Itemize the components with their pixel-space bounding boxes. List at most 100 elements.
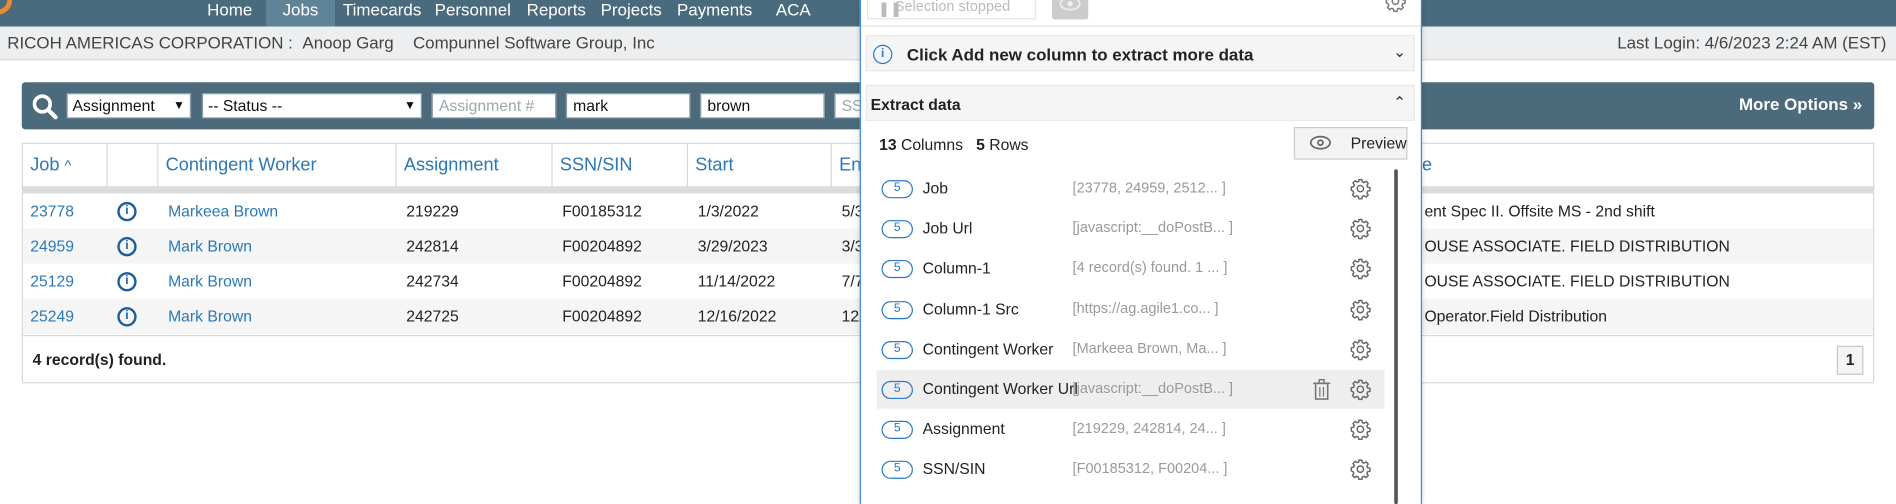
trash-icon[interactable] bbox=[1312, 378, 1331, 406]
col-title[interactable]: e bbox=[1415, 144, 1488, 188]
start-cell: 3/29/2023 bbox=[697, 237, 768, 256]
extract-field-row[interactable]: 5 Job [23778, 24959, 2512... ] bbox=[877, 169, 1385, 208]
field-name[interactable]: Contingent Worker bbox=[923, 340, 1054, 358]
org-name: RICOH AMERICAS CORPORATION : bbox=[7, 32, 293, 52]
assignment-cell: 219229 bbox=[406, 201, 459, 221]
company-name: Compunnel Software Group, Inc bbox=[412, 32, 655, 52]
ssn-cell: F00204892 bbox=[562, 237, 642, 256]
logo-icon bbox=[0, 0, 13, 15]
field-settings-gear-icon[interactable] bbox=[1349, 298, 1371, 326]
nav-home[interactable]: Home bbox=[193, 0, 266, 27]
field-name[interactable]: Column-1 bbox=[923, 259, 991, 277]
start-cell: 11/14/2022 bbox=[697, 272, 776, 291]
extract-field-row[interactable]: 5 SSN/SIN [F00185312, F00204... ] bbox=[877, 450, 1385, 489]
info-icon: i bbox=[873, 44, 893, 65]
info-icon[interactable]: i bbox=[117, 201, 137, 222]
chevron-down-icon[interactable]: ⌄ bbox=[1393, 42, 1406, 61]
field-settings-gear-icon[interactable] bbox=[1349, 258, 1371, 286]
field-name[interactable]: Job bbox=[923, 179, 948, 197]
page-1-button[interactable]: 1 bbox=[1836, 345, 1864, 375]
nav-timecards[interactable]: Timecards bbox=[339, 0, 426, 27]
info-icon[interactable]: i bbox=[117, 272, 137, 292]
field-count-badge: 5 bbox=[881, 300, 913, 319]
search-icon[interactable] bbox=[31, 93, 58, 120]
job-link[interactable]: 23778 bbox=[23, 193, 74, 228]
nav-projects[interactable]: Projects bbox=[595, 0, 668, 27]
nav-jobs[interactable]: Jobs bbox=[266, 0, 335, 27]
notice-text: Click Add new column to extract more dat… bbox=[906, 44, 1254, 65]
field-name[interactable]: Assignment bbox=[923, 420, 1005, 438]
job-link[interactable]: 25129 bbox=[23, 264, 74, 299]
field-settings-gear-icon[interactable] bbox=[1349, 378, 1371, 406]
worker-link[interactable]: Markeea Brown bbox=[161, 193, 278, 228]
field-sample-values: [4 record(s) found. 1 ... ] bbox=[1072, 259, 1228, 277]
field-count-badge: 5 bbox=[881, 260, 913, 279]
job-link[interactable]: 24959 bbox=[23, 229, 74, 264]
col-info bbox=[108, 143, 159, 188]
field-settings-gear-icon[interactable] bbox=[1349, 338, 1371, 366]
ssn-cell: F00185312 bbox=[562, 201, 642, 221]
col-contingent-worker[interactable]: Contingent Worker bbox=[158, 143, 397, 188]
field-settings-gear-icon[interactable] bbox=[1349, 218, 1371, 246]
field-count-badge: 5 bbox=[881, 421, 913, 440]
field-name[interactable]: Column-1 Src bbox=[923, 299, 1019, 317]
extract-field-row[interactable]: 5 Job Url [javascript:__doPostB... ] bbox=[877, 209, 1385, 248]
col-start[interactable]: Start bbox=[688, 143, 832, 188]
search-type-select[interactable]: Assignment ▼ bbox=[66, 93, 192, 119]
extract-field-row[interactable]: 5 Assignment [219229, 242814, 24... ] bbox=[877, 410, 1385, 449]
sort-up-icon: ^ bbox=[64, 157, 72, 175]
col-ssn[interactable]: SSN/SIN bbox=[553, 143, 689, 188]
field-sample-values: [Markeea Brown, Ma... ] bbox=[1072, 339, 1227, 357]
field-name[interactable]: Contingent Worker Url bbox=[923, 380, 1078, 398]
settings-gear-icon[interactable] bbox=[1385, 0, 1407, 13]
title-cell: OUSE ASSOCIATE. FIELD DISTRIBUTION bbox=[1424, 272, 1730, 291]
assignment-input[interactable]: Assignment # bbox=[431, 93, 557, 119]
assignment-cell: 242814 bbox=[406, 237, 459, 256]
first-name-input[interactable]: mark bbox=[565, 93, 691, 119]
highlight-toggle-button[interactable] bbox=[1052, 0, 1089, 20]
nav-aca[interactable]: ACA bbox=[764, 0, 822, 27]
status-select[interactable]: -- Status -- ▼ bbox=[201, 93, 423, 119]
more-options-link[interactable]: More Options » bbox=[1739, 94, 1862, 113]
info-icon[interactable]: i bbox=[117, 237, 137, 257]
field-name[interactable]: Job Url bbox=[923, 219, 973, 237]
worker-link[interactable]: Mark Brown bbox=[161, 299, 252, 334]
field-sample-values: [https://ag.agile1.co... ] bbox=[1072, 299, 1219, 317]
title-cell: Operator.Field Distribution bbox=[1424, 307, 1608, 326]
col-job[interactable]: Job ^ bbox=[23, 143, 108, 188]
extract-title: Extract data bbox=[870, 95, 961, 114]
rows-label: Rows bbox=[989, 135, 1029, 154]
ssn-cell: F00204892 bbox=[562, 307, 642, 326]
field-settings-gear-icon[interactable] bbox=[1349, 178, 1371, 206]
nav-payments[interactable]: Payments bbox=[672, 0, 757, 27]
extract-field-row[interactable]: 5 Column-1 [4 record(s) found. 1 ... ] bbox=[877, 250, 1385, 289]
user-name: Anoop Garg bbox=[302, 32, 394, 52]
last-name-input[interactable]: brown bbox=[700, 93, 825, 119]
field-count-badge: 5 bbox=[881, 340, 913, 359]
org-info: RICOH AMERICAS CORPORATION : Anoop Garg … bbox=[7, 33, 655, 52]
extract-field-row[interactable]: 5 Contingent Worker [Markeea Brown, Ma... … bbox=[877, 330, 1385, 369]
chevron-up-icon[interactable]: ⌃ bbox=[1393, 93, 1406, 112]
extract-field-row[interactable]: 5 Contingent Worker Url [javascript:__doPo… bbox=[876, 370, 1385, 409]
preview-button[interactable]: Preview bbox=[1293, 126, 1408, 160]
worker-link[interactable]: Mark Brown bbox=[161, 229, 252, 264]
chevron-down-icon: ▼ bbox=[403, 99, 416, 113]
extract-field-row[interactable]: 5 Column-1 Src [https://ag.agile1.co... ] bbox=[877, 290, 1385, 329]
start-cell: 1/3/2022 bbox=[697, 201, 759, 221]
col-assignment[interactable]: Assignment bbox=[397, 143, 553, 188]
field-settings-gear-icon[interactable] bbox=[1349, 419, 1371, 447]
field-name[interactable]: SSN/SIN bbox=[923, 460, 986, 478]
field-settings-gear-icon[interactable] bbox=[1349, 459, 1371, 487]
field-sample-values: [F00185312, F00204... ] bbox=[1072, 459, 1228, 477]
field-sample-values: [javascript:__doPostB... ] bbox=[1072, 379, 1234, 397]
panel-scrollbar[interactable] bbox=[1394, 169, 1398, 504]
extract-data-header[interactable]: Extract data ⌃ bbox=[865, 84, 1415, 121]
job-link[interactable]: 25249 bbox=[23, 299, 74, 334]
nav-reports[interactable]: Reports bbox=[520, 0, 593, 27]
info-icon[interactable]: i bbox=[117, 307, 137, 327]
selection-toggle[interactable]: ❚❚ Selection stopped bbox=[866, 0, 1037, 20]
worker-link[interactable]: Mark Brown bbox=[161, 264, 252, 299]
nav-personnel[interactable]: Personnel bbox=[429, 0, 516, 27]
add-column-notice[interactable]: i Click Add new column to extract more d… bbox=[865, 35, 1415, 72]
columns-rows-summary: 13 Columns 5 Rows bbox=[879, 135, 1028, 153]
